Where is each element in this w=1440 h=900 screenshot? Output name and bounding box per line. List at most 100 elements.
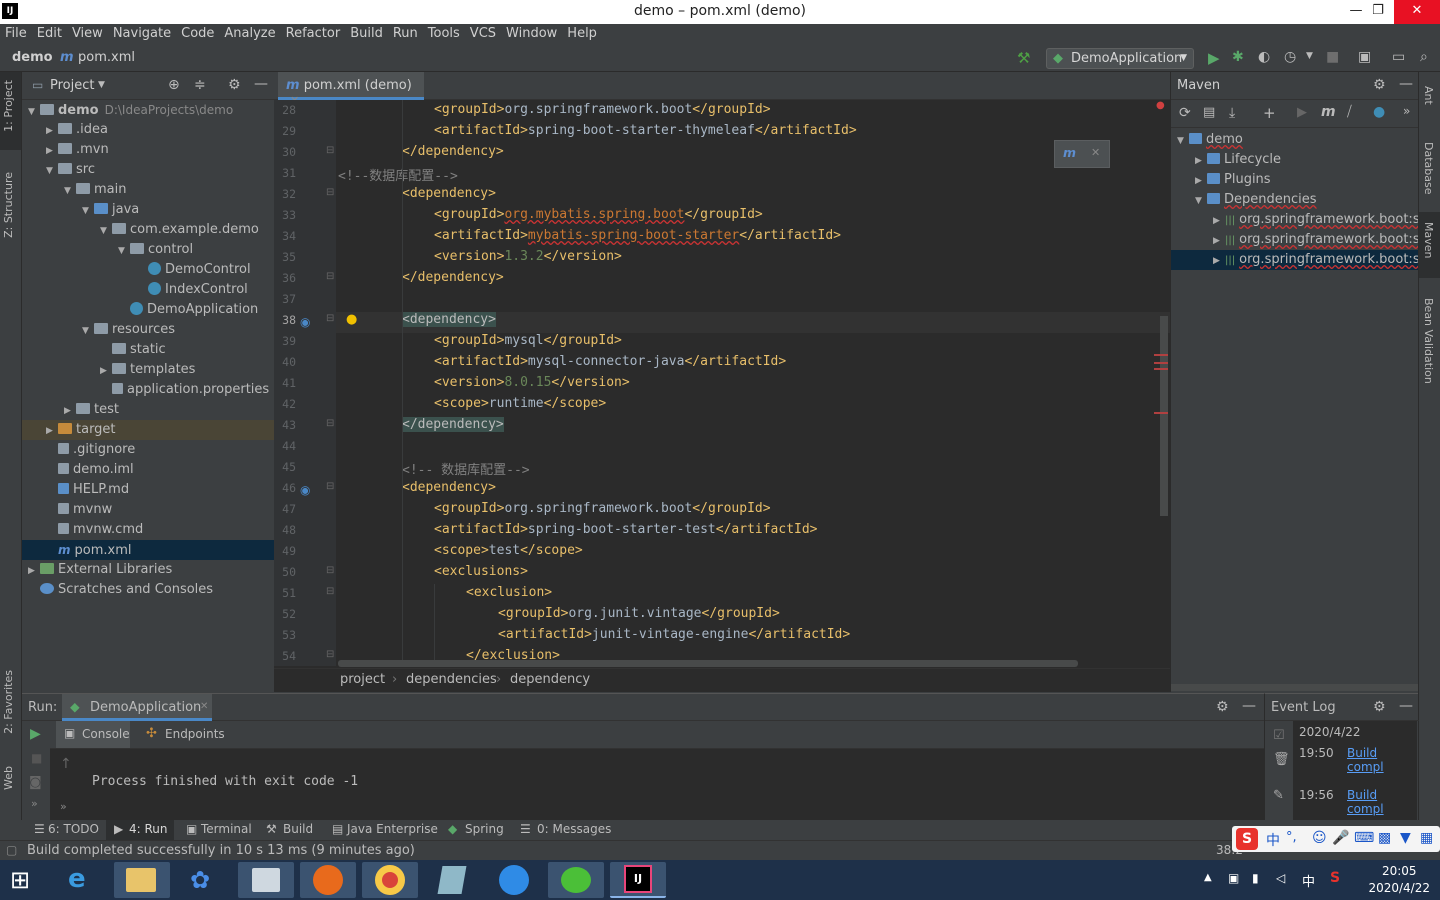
code-line[interactable]: <version>1.3.2</version> (338, 249, 622, 264)
expanded-arrow-icon[interactable]: ▼ (64, 181, 76, 201)
taskbar-ie[interactable]: e (54, 862, 110, 898)
vertical-scrollbar[interactable] (1160, 316, 1168, 516)
more-icon[interactable]: » (1403, 104, 1410, 118)
skin-icon[interactable]: ▩ (1378, 830, 1391, 846)
taskbar-intellij[interactable]: IJ (610, 862, 666, 898)
collapsed-arrow-icon[interactable]: ▶ (1213, 231, 1225, 250)
collapsed-arrow-icon[interactable]: ▶ (46, 421, 58, 441)
gutter-run-icon[interactable]: ◉ (300, 315, 310, 329)
run-configuration-select[interactable]: ◆ DemoApplication ▼ (1046, 48, 1194, 69)
project-tree-item[interactable]: mvnw (22, 500, 274, 520)
search-icon[interactable]: ⌕ (1420, 49, 1428, 65)
more-icon[interactable]: » (60, 800, 67, 813)
code-line[interactable]: <groupId>mysql</groupId> (338, 333, 622, 348)
project-tree-item[interactable]: static (22, 340, 274, 360)
tab-endpoints[interactable]: Endpoints (165, 727, 225, 741)
gear-icon[interactable]: ⚙ (228, 77, 241, 93)
code-line[interactable]: <artifactId>mysql-connector-java</artifa… (338, 354, 786, 369)
project-structure-icon[interactable]: ▣ (1358, 49, 1371, 65)
error-indicator-icon[interactable]: ● (1156, 100, 1165, 111)
collapsed-arrow-icon[interactable]: ▶ (64, 401, 76, 421)
project-tree-item[interactable]: demo.iml (22, 460, 274, 480)
menu-tools[interactable]: Tools (423, 24, 465, 44)
scroll-up-icon[interactable]: ↑ (60, 756, 72, 772)
sogou-logo-icon[interactable]: S (1236, 828, 1258, 850)
collapsed-arrow-icon[interactable]: ▶ (100, 361, 112, 381)
menu-window[interactable]: Window (501, 24, 562, 44)
expanded-arrow-icon[interactable]: ▼ (28, 102, 40, 122)
code-line[interactable]: <dependency> (338, 312, 496, 327)
collapse-all-icon[interactable]: ≑ (194, 77, 206, 93)
code-line[interactable]: <artifactId>junit-vintage-engine</artifa… (338, 627, 850, 642)
gear-icon[interactable]: ⚙ (1373, 77, 1386, 93)
project-tree-item[interactable]: IndexControl (22, 280, 274, 300)
expanded-arrow-icon[interactable]: ▼ (82, 201, 94, 221)
maven-tree-item[interactable]: ▶ Plugins (1171, 170, 1419, 190)
code-line[interactable]: <exclusion> (338, 585, 552, 600)
maven-tree-item[interactable]: ▶ ||| org.springframework.boot:sp (1171, 250, 1419, 270)
project-tree-item[interactable]: ▼ demo D:\IdeaProjects\demo (22, 100, 274, 120)
taskbar-baidu[interactable]: ✿ (176, 862, 232, 898)
tool-java-enterprise[interactable]: Java Enterprise (347, 822, 438, 836)
project-tree-item[interactable]: HELP.md (22, 480, 274, 500)
taskbar-wechat[interactable] (548, 862, 604, 898)
menu-refactor[interactable]: Refactor (281, 24, 346, 44)
microphone-icon[interactable]: 🎤 (1332, 830, 1349, 846)
project-tree-item[interactable]: DemoControl (22, 260, 274, 280)
project-tree-item[interactable]: ▼ control (22, 240, 274, 260)
more-icon[interactable]: » (31, 797, 38, 810)
taskbar-clock[interactable]: 20:05 2020/4/22 (1368, 863, 1430, 897)
menu-vcs[interactable]: VCS (465, 24, 501, 44)
taskbar-notepad[interactable] (238, 862, 294, 898)
menu-view[interactable]: View (67, 24, 108, 44)
code-line[interactable]: <scope>runtime</scope> (338, 396, 606, 411)
collapsed-arrow-icon[interactable]: ▶ (1195, 171, 1207, 190)
shirt-icon[interactable]: ▼ (1400, 830, 1411, 846)
expanded-arrow-icon[interactable]: ▼ (46, 161, 58, 181)
execute-goal-icon[interactable]: m (1321, 104, 1336, 120)
run-icon[interactable]: ▶ (1208, 49, 1220, 67)
event-link[interactable]: Build compl (1347, 788, 1417, 816)
reload-icon[interactable]: ⟳ (1179, 105, 1191, 121)
signal-icon[interactable]: ▮ (1252, 871, 1259, 885)
add-icon[interactable]: + (1263, 104, 1276, 122)
close-tab-icon[interactable]: ✕ (200, 701, 208, 712)
expanded-arrow-icon[interactable]: ▼ (118, 241, 130, 261)
mark-read-icon[interactable]: ☑ (1273, 728, 1285, 743)
coverage-icon[interactable]: ◐ (1258, 49, 1270, 65)
trash-icon[interactable]: 🗑 (1273, 752, 1290, 767)
menu-help[interactable]: Help (562, 24, 602, 44)
code-line[interactable]: <groupId>org.junit.vintage</groupId> (338, 606, 780, 621)
project-tree-item[interactable]: ▼ src (22, 160, 274, 180)
tab-maven[interactable]: Maven (1422, 222, 1435, 258)
tab-structure[interactable]: Z: Structure (2, 172, 15, 238)
project-tree-item[interactable]: DemoApplication (22, 300, 274, 320)
tool-messages[interactable]: 0: Messages (537, 822, 611, 836)
collapsed-arrow-icon[interactable]: ▶ (1213, 211, 1225, 230)
expanded-arrow-icon[interactable]: ▼ (1195, 191, 1207, 210)
tool-spring[interactable]: Spring (465, 822, 504, 836)
toggle-offline-icon[interactable]: ⧸ (1347, 104, 1352, 120)
breadcrumb-dependency-tag[interactable]: dependency (510, 672, 590, 687)
project-tree-item[interactable]: ▶ .mvn (22, 140, 274, 160)
maven-tree-item[interactable]: ▶ ||| org.springframework.boot:sp (1171, 210, 1419, 230)
code-line[interactable]: <exclusions> (338, 564, 528, 579)
maven-reload-popup[interactable]: m ✕ (1054, 140, 1110, 168)
code-line[interactable]: <version>8.0.15</version> (338, 375, 630, 390)
skip-tests-icon[interactable]: ● (1373, 104, 1385, 120)
build-hammer-icon[interactable]: ⚒ (1017, 49, 1030, 67)
stop-icon[interactable]: ■ (1326, 49, 1339, 65)
breadcrumb-project[interactable]: demo (12, 50, 53, 65)
menu-navigate[interactable]: Navigate (108, 24, 176, 44)
restore-button[interactable]: ❐ (1360, 0, 1396, 24)
code-line[interactable]: <scope>test</scope> (338, 543, 583, 558)
debug-icon[interactable]: ✱ (1232, 49, 1244, 65)
taskbar-firefox[interactable] (300, 862, 356, 898)
maven-tree-item[interactable]: ▼ Dependencies (1171, 190, 1419, 210)
hide-icon[interactable]: — (1242, 698, 1256, 714)
code-line[interactable]: </dependency> (338, 270, 504, 285)
tab-web[interactable]: Web (2, 766, 15, 790)
sogou-tray-icon[interactable]: S (1330, 870, 1340, 886)
status-toggle-icon[interactable]: ▢ (6, 843, 17, 857)
gutter-run-icon[interactable]: ◉ (300, 483, 310, 497)
